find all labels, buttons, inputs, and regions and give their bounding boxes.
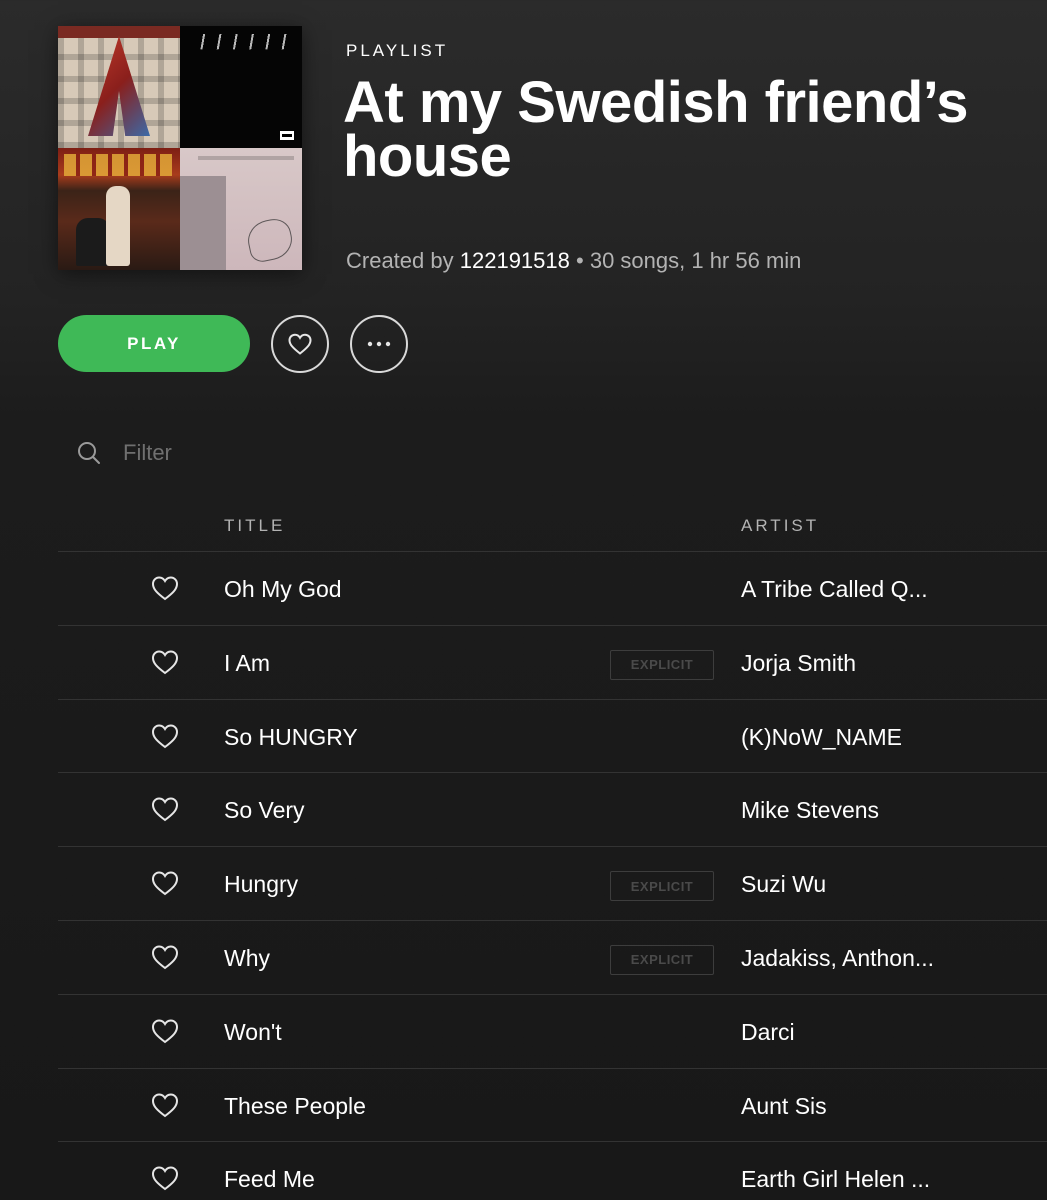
track-row[interactable]: These People Aunt Sis xyxy=(58,1069,1047,1143)
track-row[interactable]: So Very Mike Stevens xyxy=(58,773,1047,848)
explicit-badge: EXPLICIT xyxy=(610,649,714,680)
cover-art-midnight-marauders xyxy=(58,26,180,148)
track-list: Oh My God A Tribe Called Q... I Am EXPLI… xyxy=(58,552,1047,1200)
track-title[interactable]: Why xyxy=(224,945,270,972)
meta-separator: • xyxy=(576,248,584,273)
heart-outline-icon xyxy=(288,333,312,355)
playlist-title: At my Swedish friend’s house xyxy=(343,70,969,189)
explicit-badge: EXPLICIT xyxy=(610,871,714,902)
heart-outline-icon[interactable] xyxy=(150,1164,180,1192)
playlist-cover-mosaic xyxy=(58,26,302,270)
track-title[interactable]: Won't xyxy=(224,1019,282,1046)
track-artist[interactable]: Earth Girl Helen ... xyxy=(741,1166,930,1193)
track-artist[interactable]: Mike Stevens xyxy=(741,797,879,824)
heart-outline-icon[interactable] xyxy=(150,943,180,971)
track-row[interactable]: Oh My God A Tribe Called Q... xyxy=(58,552,1047,626)
playlist-summary: 30 songs, 1 hr 56 min xyxy=(589,248,802,273)
heart-outline-icon[interactable] xyxy=(150,1017,180,1045)
play-button[interactable]: PLAY xyxy=(58,315,250,372)
search-icon xyxy=(78,442,100,464)
cover-art-pink-sketch xyxy=(180,148,302,270)
explicit-badge: EXPLICIT xyxy=(610,944,714,975)
track-artist[interactable]: Jorja Smith xyxy=(741,650,856,677)
ellipsis-icon xyxy=(367,341,391,347)
playlist-meta: Created by 122191518 • 30 songs, 1 hr 56… xyxy=(346,248,801,274)
track-artist[interactable]: Suzi Wu xyxy=(741,871,826,898)
track-artist[interactable]: A Tribe Called Q... xyxy=(741,576,928,603)
heart-outline-icon[interactable] xyxy=(150,722,180,750)
track-table-header: TITLE ARTIST xyxy=(58,500,1047,552)
heart-outline-icon[interactable] xyxy=(150,648,180,676)
track-artist[interactable]: (K)NoW_NAME xyxy=(741,724,902,751)
filter-input[interactable] xyxy=(123,440,363,466)
track-title[interactable]: These People xyxy=(224,1093,366,1120)
heart-outline-icon[interactable] xyxy=(150,869,180,897)
track-row[interactable]: I Am EXPLICIT Jorja Smith xyxy=(58,626,1047,700)
track-title[interactable]: So HUNGRY xyxy=(224,724,358,751)
track-title[interactable]: Hungry xyxy=(224,871,298,898)
owner-link[interactable]: 122191518 xyxy=(460,248,570,273)
filter-bar xyxy=(76,436,376,470)
track-artist[interactable]: Aunt Sis xyxy=(741,1093,827,1120)
column-header-title[interactable]: TITLE xyxy=(224,516,285,536)
heart-outline-icon[interactable] xyxy=(150,1091,180,1119)
track-row[interactable]: Why EXPLICIT Jadakiss, Anthon... xyxy=(58,921,1047,995)
track-title[interactable]: So Very xyxy=(224,797,305,824)
heart-outline-icon[interactable] xyxy=(150,574,180,602)
track-row[interactable]: So HUNGRY (K)NoW_NAME xyxy=(58,700,1047,774)
track-artist[interactable]: Darci xyxy=(741,1019,795,1046)
track-title[interactable]: Oh My God xyxy=(224,576,342,603)
cover-art-black-panther xyxy=(180,26,302,148)
track-row[interactable]: Won't Darci xyxy=(58,995,1047,1069)
cover-art-street-scene xyxy=(58,148,180,270)
column-header-artist[interactable]: ARTIST xyxy=(741,516,819,536)
created-by-label: Created by xyxy=(346,248,454,273)
track-artist[interactable]: Jadakiss, Anthon... xyxy=(741,945,934,972)
track-title[interactable]: Feed Me xyxy=(224,1166,315,1193)
track-title[interactable]: I Am xyxy=(224,650,270,677)
track-row[interactable]: Feed Me Earth Girl Helen ... xyxy=(58,1142,1047,1200)
track-row[interactable]: Hungry EXPLICIT Suzi Wu xyxy=(58,847,1047,921)
playlist-type-label: PLAYLIST xyxy=(346,41,449,60)
heart-outline-icon[interactable] xyxy=(150,795,180,823)
save-to-library-button[interactable] xyxy=(271,315,329,373)
more-options-button[interactable] xyxy=(350,315,408,373)
